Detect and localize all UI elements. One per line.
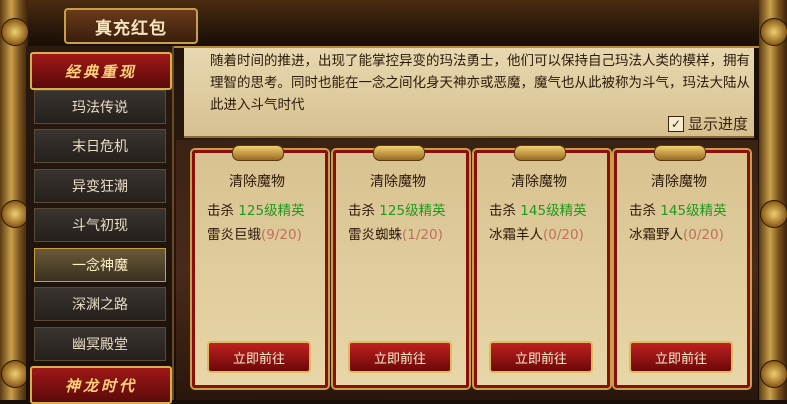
kill-label: 击杀 xyxy=(348,203,375,219)
checkbox-checked-icon[interactable]: ✓ xyxy=(667,115,684,132)
card-title: 清除魔物 xyxy=(511,174,567,190)
right-ornate-border xyxy=(759,0,787,400)
elite-prefix: 英 xyxy=(573,203,587,219)
monster-name: 雷炎蜘蛛 xyxy=(348,227,402,243)
card-ornament-icon xyxy=(232,145,284,161)
sidebar-item-abyss-road[interactable]: 深渊之路 xyxy=(34,287,166,321)
dragon-ornament-icon xyxy=(1,360,29,388)
card-objective: 击杀 125级精英雷炎巨蛾(9/20) xyxy=(207,199,315,247)
story-description-text: 随着时间的推进，出现了能掌控异变的玛法勇士，他们可以保持自己玛法人类的模样，拥有… xyxy=(210,53,750,113)
dragon-ornament-icon xyxy=(760,360,787,388)
sidebar-item-god-demon[interactable]: 一念神魔 xyxy=(34,248,166,282)
kill-progress: (0/20) xyxy=(543,227,584,243)
card-objective: 击杀 125级精英雷炎蜘蛛(1/20) xyxy=(348,199,456,247)
card-title: 清除魔物 xyxy=(229,174,285,190)
sidebar-item-battle-qi[interactable]: 斗气初现 xyxy=(34,208,166,242)
kill-label: 击杀 xyxy=(489,203,516,219)
sidebar-header-classic[interactable]: 经典重现 xyxy=(30,52,172,90)
card-title: 清除魔物 xyxy=(370,174,426,190)
card-ornament-icon xyxy=(654,145,706,161)
game-window: 真充红包 经典重现 玛法传说 末日危机 异变狂潮 斗气初现 一念神魔 深渊之路 … xyxy=(0,0,787,404)
window-title: 真充红包 xyxy=(64,8,198,44)
dragon-ornament-icon xyxy=(1,200,29,228)
kill-label: 击杀 xyxy=(207,203,234,219)
dragon-ornament-icon xyxy=(1,18,29,46)
sidebar-item-mafa-legend[interactable]: 玛法传说 xyxy=(34,90,166,124)
dragon-ornament-icon xyxy=(760,18,787,46)
chapter-sidebar: 经典重现 玛法传说 末日危机 异变狂潮 斗气初现 一念神魔 深渊之路 幽冥殿堂 … xyxy=(26,46,174,404)
card-objective: 击杀 145级精英冰霜野人(0/20) xyxy=(629,199,737,247)
sidebar-item-mutation-tide[interactable]: 异变狂潮 xyxy=(34,169,166,203)
story-description-panel: 随着时间的推进，出现了能掌控异变的玛法勇士，他们可以保持自己玛法人类的模样，拥有… xyxy=(184,48,754,138)
go-now-button[interactable]: 立即前往 xyxy=(629,341,733,373)
sidebar-item-nether-palace[interactable]: 幽冥殿堂 xyxy=(34,327,166,361)
go-now-button[interactable]: 立即前往 xyxy=(207,341,311,373)
monster-level: 145级精 xyxy=(520,203,574,219)
monster-name: 冰霜羊人 xyxy=(489,227,543,243)
monster-level: 145级精 xyxy=(660,203,714,219)
left-ornate-border xyxy=(0,0,29,400)
card-title: 清除魔物 xyxy=(651,174,707,190)
sidebar-item-doomsday-crisis[interactable]: 末日危机 xyxy=(34,129,166,163)
sidebar-header-dragon-era[interactable]: 神龙时代 xyxy=(30,366,172,404)
task-card: 清除魔物 击杀 125级精英雷炎巨蛾(9/20) 立即前往 xyxy=(192,145,328,388)
task-card: 清除魔物 击杀 145级精英冰霜野人(0/20) 立即前往 xyxy=(614,145,750,388)
show-progress-toggle[interactable]: ✓ 显示进度 xyxy=(667,113,748,134)
elite-prefix: 英 xyxy=(291,203,305,219)
monster-level: 125级精 xyxy=(238,203,292,219)
dragon-ornament-icon xyxy=(760,200,787,228)
elite-prefix: 英 xyxy=(713,203,727,219)
kill-label: 击杀 xyxy=(629,203,656,219)
card-objective: 击杀 145级精英冰霜羊人(0/20) xyxy=(489,199,597,247)
go-now-button[interactable]: 立即前往 xyxy=(348,341,452,373)
elite-prefix: 英 xyxy=(432,203,446,219)
title-bar: 真充红包 xyxy=(0,0,787,48)
card-ornament-icon xyxy=(514,145,566,161)
monster-level: 125级精 xyxy=(379,203,433,219)
show-progress-label: 显示进度 xyxy=(687,115,748,133)
card-ornament-icon xyxy=(373,145,425,161)
task-card: 清除魔物 击杀 125级精英雷炎蜘蛛(1/20) 立即前往 xyxy=(333,145,469,388)
task-card: 清除魔物 击杀 145级精英冰霜羊人(0/20) 立即前往 xyxy=(474,145,610,388)
kill-progress: (1/20) xyxy=(402,227,443,243)
monster-name: 雷炎巨蛾 xyxy=(207,227,261,243)
go-now-button[interactable]: 立即前往 xyxy=(489,341,593,373)
monster-name: 冰霜野人 xyxy=(629,227,683,243)
kill-progress: (9/20) xyxy=(261,227,302,243)
kill-progress: (0/20) xyxy=(683,227,724,243)
